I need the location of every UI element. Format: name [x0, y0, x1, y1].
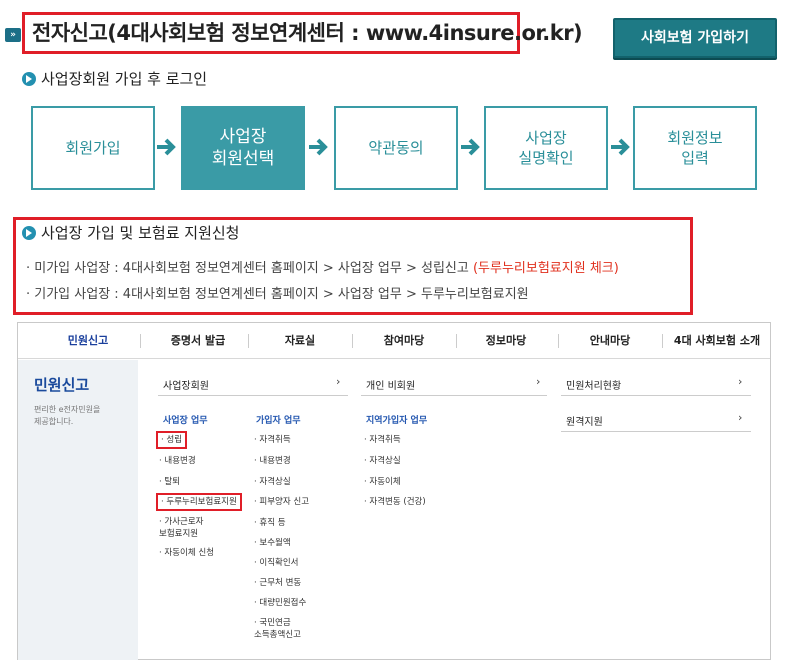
- individual-member-link[interactable]: 개인 비회원: [366, 377, 415, 392]
- nav-about[interactable]: 4대 사회보험 소개: [664, 323, 770, 359]
- arrow-right-icon: [461, 138, 480, 156]
- step-member-info: 회원정보 입력: [633, 106, 757, 190]
- portal-sidebar: 민원신고 편리한 e전자민원을 제공합니다.: [18, 360, 138, 660]
- nav-info[interactable]: 정보마당: [456, 323, 556, 359]
- nav-library[interactable]: 자료실: [250, 323, 350, 359]
- reg-auto-transfer-link[interactable]: · 자동이체: [364, 476, 401, 488]
- chevron-right-icon: ›: [536, 375, 541, 388]
- sub-change-link[interactable]: · 내용변경: [254, 455, 291, 467]
- arrow-circle-icon: [22, 72, 36, 86]
- support-line-existing: · 기가입 사업장 : 4대사회보험 정보연계센터 홈페이지 > 사업장 업무 …: [26, 287, 529, 302]
- nav-certificate[interactable]: 증명서 발급: [148, 323, 248, 359]
- arrow-right-icon: [611, 138, 630, 156]
- reg-health-change-link[interactable]: · 자격변동 (건강): [364, 496, 426, 508]
- sidebar-title: 민원신고: [34, 376, 90, 394]
- nav-participation[interactable]: 참여마당: [354, 323, 454, 359]
- regional-tasks-heading: 지역가입자 업무: [366, 416, 428, 426]
- task-withdraw-link[interactable]: · 탈퇴: [159, 476, 180, 488]
- portal-screenshot: 민원신고 증명서 발급 자료실 참여마당 정보마당 안내마당 4대 사회보험 소…: [17, 322, 771, 660]
- status-link[interactable]: 민원처리현황: [566, 377, 621, 392]
- sub-pension-link[interactable]: · 국민연금 소득총액신고: [254, 617, 301, 641]
- chevron-right-icon: ›: [738, 375, 743, 388]
- step-terms-agree: 약관동의: [334, 106, 458, 190]
- sub-workplace-link[interactable]: · 근무처 변동: [254, 577, 301, 589]
- sub-lose-link[interactable]: · 자격상실: [254, 476, 291, 488]
- arrow-right-icon: [157, 138, 176, 156]
- sub-bulk-link[interactable]: · 대량민원접수: [254, 597, 306, 609]
- nav-guide[interactable]: 안내마당: [560, 323, 660, 359]
- business-tasks-heading: 사업장 업무: [163, 416, 208, 426]
- support-line-new: · 미가입 사업장 : 4대사회보험 정보연계센터 홈페이지 > 사업장 업무 …: [26, 261, 619, 276]
- reg-acquire-link[interactable]: · 자격취득: [364, 434, 401, 446]
- task-domestic-worker-link[interactable]: · 가사근로자 보험료지원: [159, 516, 204, 540]
- sub-salary-link[interactable]: · 보수월액: [254, 537, 291, 549]
- reg-lose-link[interactable]: · 자격상실: [364, 455, 401, 467]
- sub-leave-link[interactable]: · 휴직 등: [254, 517, 286, 529]
- task-change-link[interactable]: · 내용변경: [159, 455, 196, 467]
- portal-nav: 민원신고 증명서 발급 자료실 참여마당 정보마당 안내마당 4대 사회보험 소…: [18, 323, 770, 359]
- join-insurance-button[interactable]: 사회보험 가입하기: [613, 18, 777, 58]
- sub-separation-link[interactable]: · 이직확인서: [254, 557, 299, 569]
- business-member-link[interactable]: 사업장회원: [163, 377, 209, 392]
- sub-acquire-link[interactable]: · 자격취득: [254, 434, 291, 446]
- step-business-member: 사업장 회원선택: [181, 106, 305, 190]
- step-signup: 회원가입: [31, 106, 155, 190]
- subscriber-tasks-heading: 가입자 업무: [256, 416, 301, 426]
- remote-support-link[interactable]: 원격지원: [566, 413, 603, 428]
- arrow-right-icon: [309, 138, 328, 156]
- step-business-verify: 사업장 실명확인: [484, 106, 608, 190]
- support-section-heading: 사업장 가입 및 보험료 지원신청: [22, 222, 239, 243]
- task-establish-link[interactable]: · 성립: [156, 431, 188, 449]
- sub-dependent-link[interactable]: · 피부양자 신고: [254, 496, 309, 508]
- chevron-right-icon: ›: [738, 411, 743, 424]
- nav-civil-report[interactable]: 민원신고: [38, 323, 138, 359]
- title-bullet-icon: »: [5, 28, 21, 42]
- login-section-heading: 사업장회원 가입 후 로그인: [22, 68, 207, 89]
- arrow-circle-icon: [22, 226, 36, 240]
- chevron-right-icon: ›: [336, 375, 341, 388]
- task-durunuri-link[interactable]: · 두루누리보험료지원: [156, 493, 242, 511]
- page-title: 전자신고(4대사회보험 정보연계센터 : www.4insure.or.kr): [32, 21, 583, 45]
- sidebar-description: 편리한 e전자민원을 제공합니다.: [34, 405, 101, 426]
- task-auto-transfer-link[interactable]: · 자동이체 신청: [159, 547, 214, 559]
